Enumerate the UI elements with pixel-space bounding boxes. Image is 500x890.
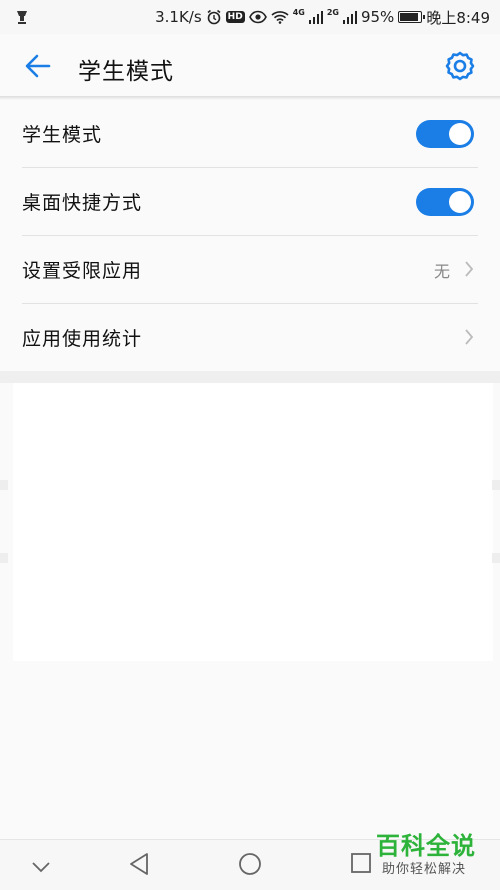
watermark-subtitle: 助你轻松解决 <box>382 862 467 877</box>
setting-restricted-apps[interactable]: 设置受限应用 无 <box>0 236 500 304</box>
side-mark <box>0 480 8 490</box>
side-mark <box>492 480 500 490</box>
settings-list: 学生模式 桌面快捷方式 设置受限应用 无 应用使用统计 <box>0 100 500 372</box>
setting-label: 学生模式 <box>22 124 103 146</box>
setting-usage-stats[interactable]: 应用使用统计 <box>0 304 500 372</box>
setting-desktop-shortcut[interactable]: 桌面快捷方式 <box>0 168 500 236</box>
section-gap <box>0 371 500 383</box>
notification-icon <box>14 9 30 29</box>
gear-icon[interactable] <box>442 50 478 84</box>
battery-icon <box>398 11 426 23</box>
setting-student-mode[interactable]: 学生模式 <box>0 100 500 168</box>
switch-knob <box>449 191 471 213</box>
page-title: 学生模式 <box>78 59 174 85</box>
student-mode-switch[interactable] <box>416 120 474 148</box>
hd-badge: HD <box>225 11 245 23</box>
watermark-logo: 百科全说 助你轻松解决 <box>372 826 490 884</box>
chevron-right-icon <box>464 328 474 346</box>
clock: 晚上8:49 <box>426 8 490 27</box>
app-bar: 学生模式 <box>0 34 500 98</box>
home-circle-icon[interactable] <box>238 852 262 880</box>
setting-label: 应用使用统计 <box>22 328 143 350</box>
back-arrow-icon[interactable] <box>22 50 54 82</box>
status-icons: 3.1K/s HD 4G 2G 95% 晚上8:49 <box>155 0 490 34</box>
signal-icon-1 <box>308 10 323 24</box>
battery-fill <box>400 13 419 21</box>
side-mark <box>0 553 8 563</box>
wifi-icon <box>271 10 289 24</box>
setting-label: 桌面快捷方式 <box>22 192 143 214</box>
content-card <box>13 383 493 661</box>
status-bar: 3.1K/s HD 4G 2G 95% 晚上8:49 <box>0 0 500 34</box>
back-triangle-icon[interactable] <box>128 852 150 880</box>
desktop-shortcut-switch[interactable] <box>416 188 474 216</box>
network-type-2: 2G <box>326 7 339 17</box>
setting-label: 设置受限应用 <box>22 260 143 282</box>
switch-knob <box>449 123 471 145</box>
alarm-icon <box>206 9 222 25</box>
chevron-down-icon[interactable] <box>31 858 51 877</box>
recent-apps-square-icon[interactable] <box>350 852 372 878</box>
network-speed: 3.1K/s <box>155 8 202 26</box>
eye-icon <box>248 10 267 24</box>
setting-value: 无 <box>433 262 450 281</box>
network-type-1: 4G <box>292 7 305 17</box>
signal-icon-2 <box>342 10 357 24</box>
chevron-right-icon <box>464 260 474 278</box>
battery-percent: 95% <box>360 8 395 26</box>
watermark-title: 百科全说 <box>376 832 476 860</box>
side-mark <box>492 553 500 563</box>
